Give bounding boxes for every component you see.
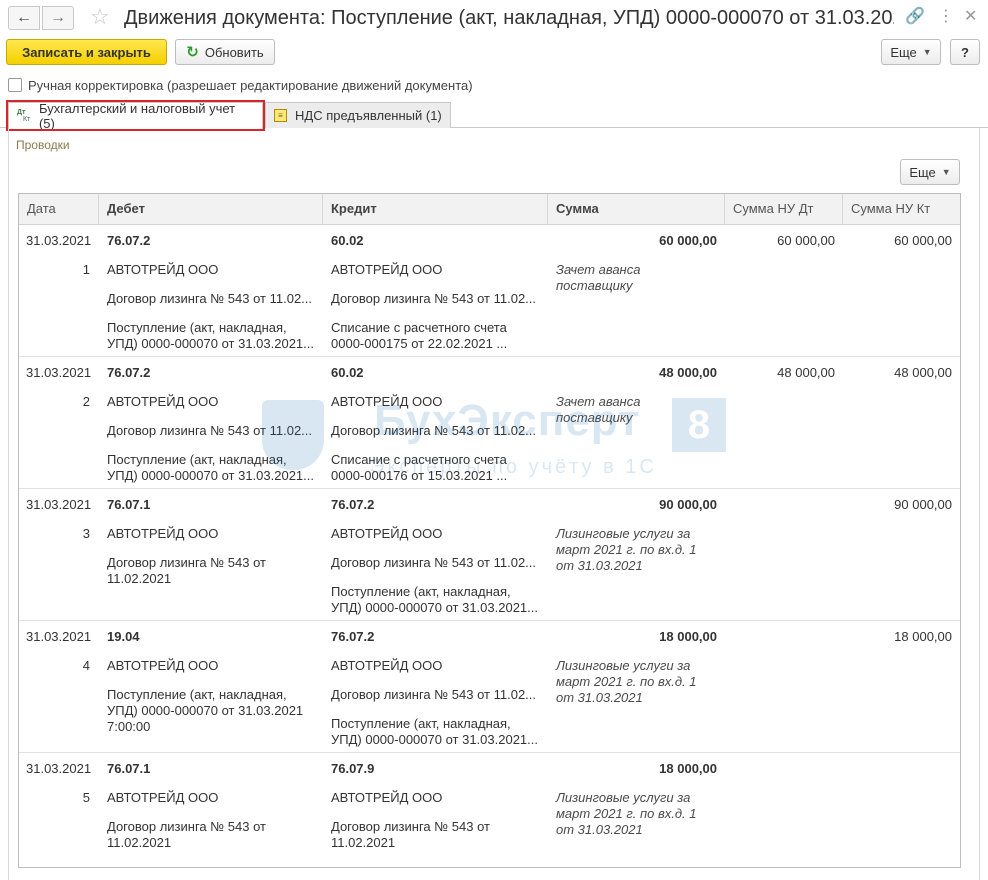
table-row[interactable]: 31.03.2021 4 19.04 АВТОТРЕЙД ООО Поступл… — [19, 621, 960, 753]
col-date[interactable]: Дата — [19, 194, 99, 225]
section-more-button[interactable]: Еще ▼ — [900, 159, 960, 185]
col-credit[interactable]: Кредит — [323, 194, 548, 225]
refresh-button[interactable]: ↻ Обновить — [175, 39, 275, 65]
link-icon[interactable]: 🔗 — [905, 6, 925, 28]
col-sum-nu-dt[interactable]: Сумма НУ Дт — [725, 194, 843, 225]
section-more-label: Еще — [909, 164, 936, 180]
vat-register-icon: ≡ — [274, 109, 287, 122]
tab-vat-label: НДС предъявленный (1) — [295, 108, 442, 123]
entries-table[interactable]: Дата Дебет Кредит Сумма Сумма НУ Дт Сумм… — [18, 193, 961, 868]
table-header: Дата Дебет Кредит Сумма Сумма НУ Дт Сумм… — [19, 194, 960, 225]
table-row[interactable]: 31.03.2021 1 76.07.2 АВТОТРЕЙД ООО Догов… — [19, 225, 960, 357]
caret-down-icon: ▼ — [922, 47, 932, 57]
refresh-icon: ↻ — [186, 44, 199, 61]
toolbar: Записать и закрыть ↻ Обновить Еще ▼ ? — [0, 38, 988, 68]
tab-accounting-label: Бухгалтерский и налоговый учет (5) — [38, 101, 236, 131]
section-title: Проводки — [16, 138, 70, 152]
tab-accounting[interactable]: Дт Кт Бухгалтерский и налоговый учет (5) — [6, 100, 265, 131]
col-debit[interactable]: Дебет — [99, 194, 323, 225]
arrow-left-icon: ← — [16, 9, 32, 26]
arrow-right-icon: → — [50, 9, 66, 26]
help-button[interactable]: ? — [950, 39, 980, 65]
more-button[interactable]: Еще ▼ — [881, 39, 941, 65]
table-row[interactable]: 31.03.2021 3 76.07.1 АВТОТРЕЙД ООО Догов… — [19, 489, 960, 621]
refresh-label: Обновить — [204, 44, 264, 60]
dt-kt-icon: Дт Кт — [17, 109, 31, 123]
back-button[interactable]: ← — [8, 6, 40, 30]
save-close-button[interactable]: Записать и закрыть — [6, 39, 167, 65]
favorite-star-icon[interactable]: ☆ — [90, 4, 110, 30]
close-icon[interactable]: ✕ — [964, 6, 977, 28]
col-sum[interactable]: Сумма — [548, 194, 725, 225]
forward-button[interactable]: → — [42, 6, 74, 30]
title-bar: ← → ☆ Движения документа: Поступление (а… — [0, 0, 988, 36]
window-title: Движения документа: Поступление (акт, на… — [124, 7, 894, 29]
table-row[interactable]: 31.03.2021 2 76.07.2 АВТОТРЕЙД ООО Догов… — [19, 357, 960, 489]
col-sum-nu-kt[interactable]: Сумма НУ Кт — [843, 194, 960, 225]
menu-dots-icon[interactable]: ⋮ — [938, 6, 954, 28]
caret-down-icon: ▼ — [941, 167, 951, 177]
table-row[interactable]: 31.03.2021 5 76.07.1 АВТОТРЕЙД ООО Догов… — [19, 753, 960, 867]
tab-vat[interactable]: ≡ НДС предъявленный (1) — [265, 102, 451, 128]
more-label: Еще — [890, 44, 917, 60]
manual-edit-row: Ручная корректировка (разрешает редактир… — [8, 76, 473, 94]
manual-edit-label: Ручная корректировка (разрешает редактир… — [28, 77, 473, 93]
tab-bar: Дт Кт Бухгалтерский и налоговый учет (5) … — [0, 100, 988, 131]
manual-edit-checkbox[interactable] — [8, 78, 22, 92]
